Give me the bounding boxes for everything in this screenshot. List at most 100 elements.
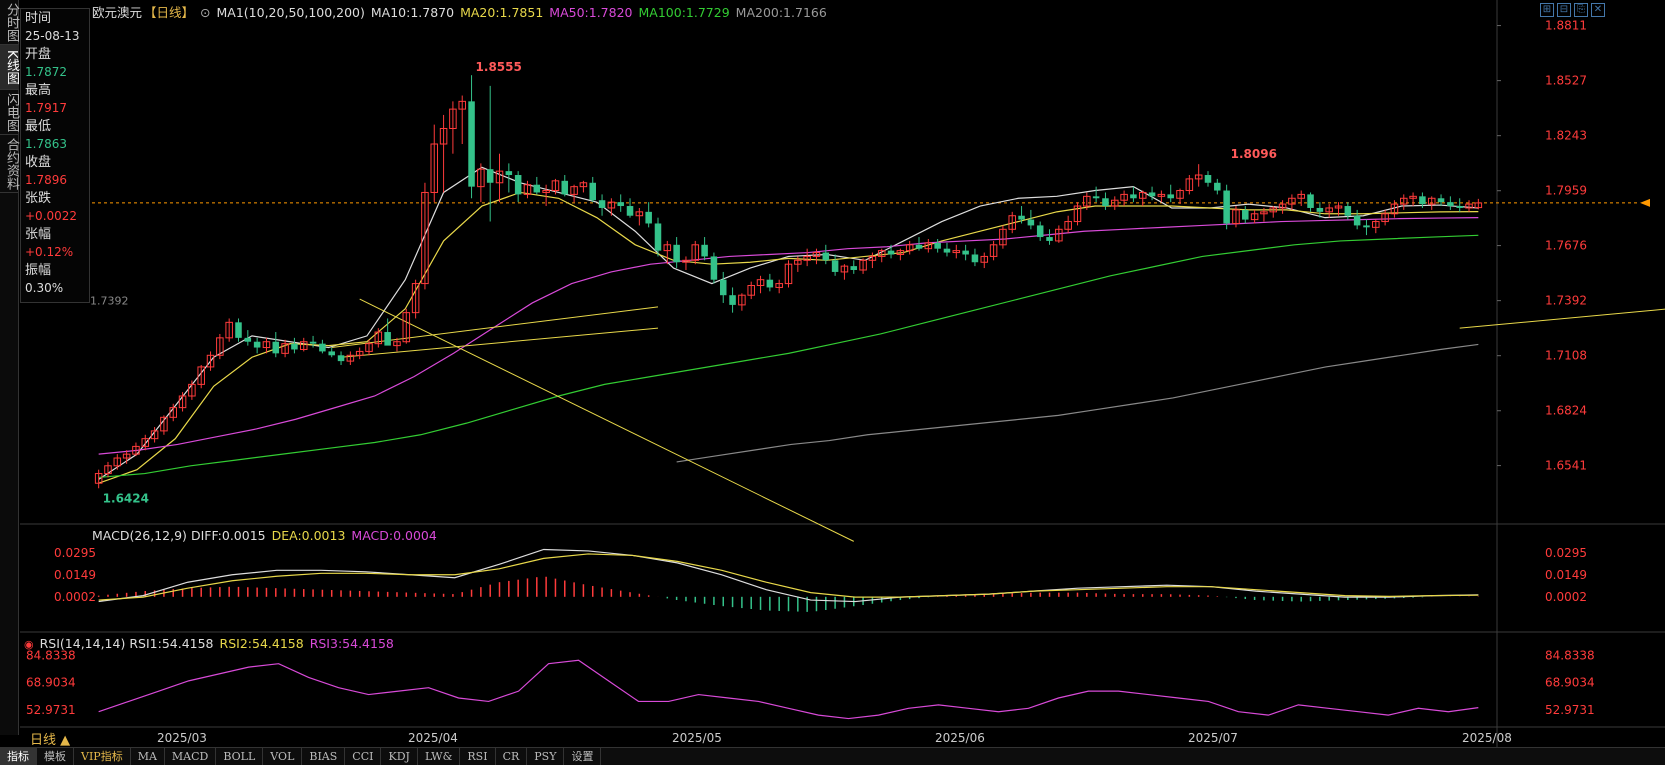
candle-body (505, 171, 513, 176)
macd-axis-label-right: 0.0002 (1545, 590, 1587, 604)
macd-legend: MACD(26,12,9) DIFF:0.0015 DEA:0.0013 MACD:0… (92, 528, 443, 543)
macd-axis-label-right: 0.0295 (1545, 546, 1587, 560)
rsi3-value: RSI3:54.4158 (309, 636, 394, 651)
toolbar-tab[interactable]: CR (496, 747, 528, 765)
candle-body (831, 260, 839, 272)
toolbar-tab[interactable]: BOLL (216, 747, 264, 765)
candle-body (244, 337, 252, 342)
candle-body (319, 343, 326, 352)
date-label: 2025/03 (157, 731, 207, 745)
candle-body (729, 295, 736, 305)
toolbar-tab[interactable]: LW& (418, 747, 461, 765)
candle-body (272, 341, 280, 354)
price-annotation: 1.6424 (103, 491, 149, 505)
rsi-line (98, 659, 1479, 720)
rsi-settings-icon[interactable]: ◉ (24, 638, 34, 651)
candle-body (1102, 198, 1109, 207)
candle-body (701, 244, 708, 257)
candle-body (654, 223, 662, 251)
ma-line-ma10 (98, 166, 1479, 480)
date-label: 2025/04 (408, 731, 458, 745)
candle-body (598, 200, 606, 208)
toolbar-tab[interactable]: KDJ (381, 747, 418, 765)
candle-body (291, 343, 298, 350)
trend-line (359, 298, 854, 542)
candle-body (514, 175, 522, 195)
candle-body (1316, 207, 1324, 212)
toolbar-tab[interactable]: MA (131, 747, 165, 765)
candle-body (253, 341, 261, 348)
chart-canvas[interactable]: 1.8555 1.8096 1.6424 1.7392 0.0295 0.0295 0.0… (0, 0, 1665, 747)
candle-body (887, 250, 895, 255)
macd-value: MACD:0.0004 (351, 528, 437, 543)
candle-body (1046, 237, 1053, 241)
time-label: 时间 (25, 11, 52, 26)
candle-body (561, 180, 569, 195)
candle-body (710, 256, 718, 280)
date-label: 2025/08 (1462, 731, 1512, 745)
candle-body (626, 206, 634, 216)
close-value: 1.7896 (25, 173, 67, 187)
candle-body (1437, 198, 1445, 203)
candle-body (850, 266, 858, 270)
candle-body (337, 355, 345, 362)
macd-dea: DEA:0.0013 (271, 528, 346, 543)
toolbar-tab[interactable]: 指标 (0, 747, 37, 765)
rsi-axis-label-right: 84.8338 (1545, 648, 1595, 662)
toolbar-tab[interactable]: 设置 (564, 747, 602, 765)
candle-body (1242, 209, 1249, 220)
price-annotation: 1.8096 (1231, 147, 1277, 161)
toolbar-tab[interactable]: MACD (165, 747, 217, 765)
candle-body (719, 279, 727, 296)
date-label: 2025/05 (672, 731, 722, 745)
rsi-legend: ◉ RSI(14,14,14) RSI1:54.4158 RSI2:54.4158 RS… (24, 636, 400, 651)
high-label: 最高 (25, 83, 52, 98)
candle-body (1419, 196, 1426, 205)
price-axis-label: 1.8243 (1545, 129, 1587, 143)
ma-line-ma200 (676, 343, 1479, 463)
candle-body (962, 250, 969, 255)
macd-axis-label-right: 0.0149 (1545, 568, 1587, 582)
amplitude-label: 振幅 (25, 263, 52, 278)
macd-axis-label-left: 0.0295 (54, 546, 96, 560)
candle-body (1036, 225, 1044, 238)
pct-label: 张幅 (25, 227, 52, 242)
macd-diff: DIFF:0.0015 (190, 528, 266, 543)
candle-body (1167, 194, 1174, 199)
candle-body (1214, 182, 1221, 191)
amplitude-value: 0.30% (25, 281, 64, 295)
candle-body (1353, 215, 1361, 226)
candle-body (1018, 215, 1025, 220)
macd-params: MACD(26,12,9) (92, 528, 187, 543)
candle-body (1130, 194, 1137, 199)
ohlc-info-panel: 时间 25-08-13 开盘 1.7872 最高 1.7917 最低 1.786… (20, 8, 90, 303)
candle-body (822, 252, 830, 261)
toolbar-tab[interactable]: PSY (527, 747, 565, 765)
rsi-axis-label-right: 52.9731 (1545, 703, 1595, 717)
toolbar-tab[interactable]: VOL (263, 747, 303, 765)
price-axis-label: 1.8811 (1545, 19, 1587, 33)
macd-axis-label-left: 0.0002 (54, 590, 96, 604)
current-price-arrow-icon (1640, 198, 1650, 207)
rsi2-value: RSI2:54.4158 (219, 636, 304, 651)
candle-body (943, 248, 951, 253)
candle-body (1027, 219, 1035, 226)
change-value: +0.0022 (25, 209, 78, 223)
period-selector[interactable]: 日线 ▲ (30, 729, 70, 748)
change-label: 张跌 (25, 191, 52, 206)
candle-body (1456, 206, 1463, 208)
candle-body (934, 242, 941, 249)
price-axis-label: 1.6541 (1545, 459, 1587, 473)
candle-body (309, 341, 317, 344)
rsi-params: RSI(14,14,14) (39, 636, 126, 651)
toolbar-tab[interactable]: CCI (345, 747, 382, 765)
toolbar-tab[interactable]: BIAS (302, 747, 346, 765)
candle-body (1344, 206, 1352, 216)
toolbar-tab[interactable]: 模板 (37, 747, 74, 765)
toolbar-tab[interactable]: RSI (460, 747, 496, 765)
trend-line (1459, 308, 1665, 329)
macd-diff-line (98, 548, 1479, 603)
candle-body (328, 351, 335, 356)
toolbar-tab[interactable]: VIP指标 (74, 747, 131, 765)
candle-body (915, 244, 923, 249)
